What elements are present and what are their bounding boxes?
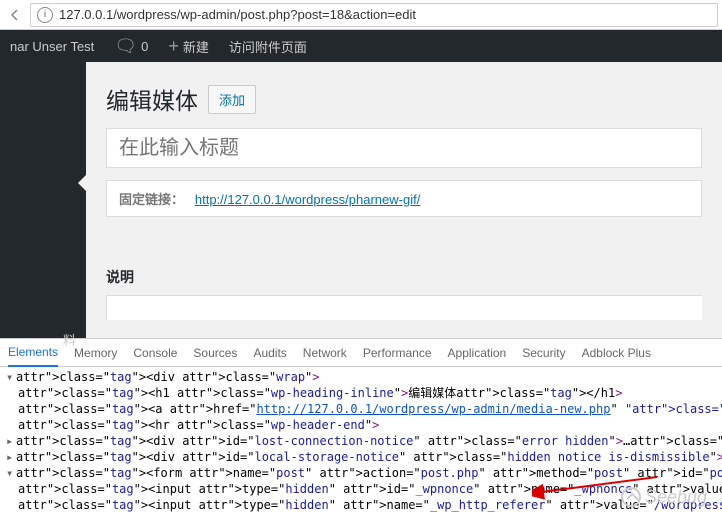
dom-line[interactable]: attr">class="tag"><a attr">href="http://… xyxy=(6,401,716,417)
watermark: Seebug xyxy=(621,487,707,507)
dom-line[interactable]: ▸attr">class="tag"><div attr">id="lost-c… xyxy=(6,433,716,449)
plus-icon: + xyxy=(168,36,179,57)
devtools-tab-adblock plus[interactable]: Adblock Plus xyxy=(582,340,651,366)
devtools-tab-console[interactable]: Console xyxy=(133,340,177,366)
watermark-icon xyxy=(621,487,641,507)
permalink-link[interactable]: http://127.0.0.1/wordpress/pharnew-gif/ xyxy=(195,192,420,207)
new-content-link[interactable]: + 新建 xyxy=(158,30,219,62)
devtools-tab-sources[interactable]: Sources xyxy=(193,340,237,366)
devtools-tab-performance[interactable]: Performance xyxy=(363,340,432,366)
devtools-tab-application[interactable]: Application xyxy=(448,340,507,366)
comments-link[interactable]: 🗨 0 xyxy=(104,30,158,62)
title-input[interactable] xyxy=(106,128,702,168)
nav-back-icon[interactable] xyxy=(4,4,26,26)
devtools-panel: ElementsMemoryConsoleSourcesAuditsNetwor… xyxy=(0,338,722,518)
dom-line[interactable]: attr">class="tag"><hr attr">class="wp-he… xyxy=(6,417,716,433)
devtools-tab-elements[interactable]: Elements xyxy=(8,339,58,367)
dom-line[interactable]: attr">class="tag"><h1 attr">class="wp-he… xyxy=(6,385,716,401)
admin-sidebar: 料 xyxy=(0,62,86,338)
view-attachment-link[interactable]: 访问附件页面 xyxy=(219,30,317,62)
dom-line[interactable]: ▸attr">class="tag"><div attr">id="local-… xyxy=(6,449,716,465)
info-icon[interactable]: i xyxy=(37,7,53,23)
description-label: 说明 xyxy=(106,267,702,287)
devtools-tab-network[interactable]: Network xyxy=(303,340,347,366)
wp-admin-bar: nar Unser Test 🗨 0 + 新建 访问附件页面 xyxy=(0,30,722,62)
sidebar-item[interactable]: 料 xyxy=(53,322,86,357)
permalink-label: 固定链接： xyxy=(119,192,184,207)
comment-icon: 🗨 xyxy=(114,36,137,57)
url-text: 127.0.0.1/wordpress/wp-admin/post.php?po… xyxy=(59,7,416,22)
add-button[interactable]: 添加 xyxy=(208,85,256,114)
dom-line[interactable]: ▾attr">class="tag"><div attr">class="wra… xyxy=(6,369,716,385)
wp-main-area: 料 编辑媒体 添加 固定链接： http://127.0.0.1/wordpre… xyxy=(0,62,722,338)
site-link[interactable]: nar Unser Test xyxy=(0,30,104,62)
url-input[interactable]: i 127.0.0.1/wordpress/wp-admin/post.php?… xyxy=(30,3,718,27)
devtools-tab-security[interactable]: Security xyxy=(522,340,565,366)
elements-tree[interactable]: ▾attr">class="tag"><div attr">class="wra… xyxy=(0,367,722,515)
browser-address-bar: i 127.0.0.1/wordpress/wp-admin/post.php?… xyxy=(0,0,722,30)
page-title: 编辑媒体 xyxy=(106,82,198,116)
permalink-row: 固定链接： http://127.0.0.1/wordpress/pharnew… xyxy=(106,180,702,217)
content-area: 编辑媒体 添加 固定链接： http://127.0.0.1/wordpress… xyxy=(86,62,722,338)
description-textarea[interactable] xyxy=(106,295,702,320)
devtools-tabs: ElementsMemoryConsoleSourcesAuditsNetwor… xyxy=(0,339,722,367)
devtools-tab-audits[interactable]: Audits xyxy=(253,340,286,366)
active-menu-arrow xyxy=(78,175,86,191)
